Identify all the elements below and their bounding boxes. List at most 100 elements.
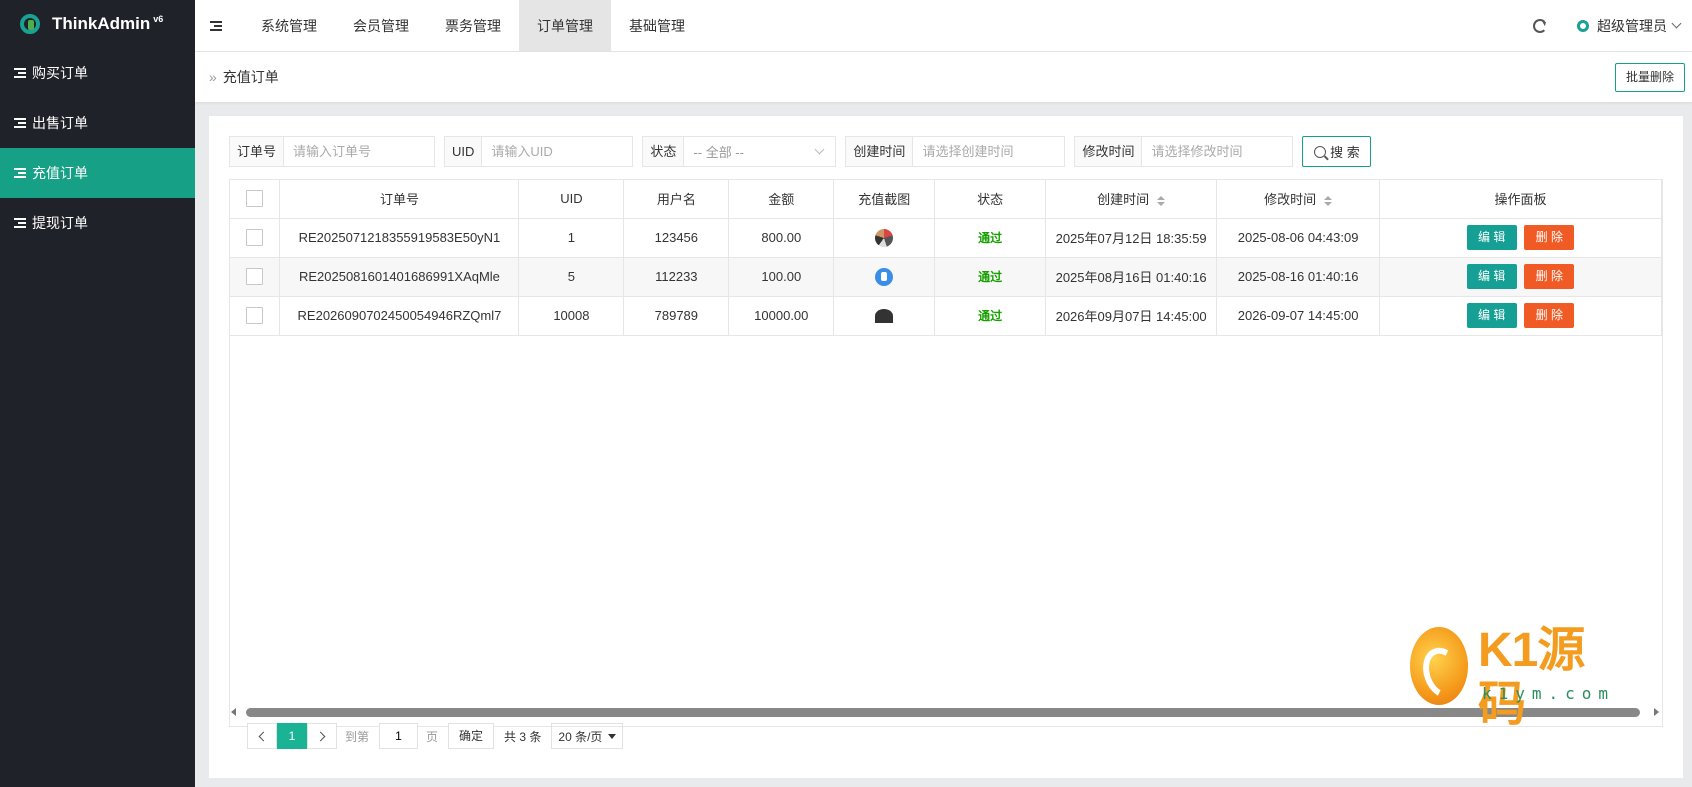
menu-fold-icon	[210, 20, 224, 31]
total-count: 共 3 条	[504, 729, 542, 744]
sidebar-item-recharge-orders[interactable]: 充值订单	[0, 148, 195, 198]
cell-modified: 2025-08-16 01:40:16	[1216, 257, 1381, 297]
tab-member-management[interactable]: 会员管理	[335, 0, 427, 52]
recharge-screenshot-thumbnail[interactable]	[875, 309, 894, 324]
col-username: 用户名	[623, 180, 730, 219]
goto-page-input[interactable]	[379, 723, 419, 749]
cell-created: 2025年08月16日 01:40:16	[1045, 257, 1218, 297]
sort-icon[interactable]	[1157, 195, 1166, 206]
cell-username: 112233	[623, 257, 730, 297]
menu-icon	[14, 118, 28, 128]
thinkadmin-logo-icon	[20, 14, 40, 34]
created-time-label: 创建时间	[846, 137, 914, 166]
cell-uid: 5	[518, 257, 625, 297]
order-no-label: 订单号	[230, 137, 285, 166]
cell-modified: 2026-09-07 14:45:00	[1216, 296, 1381, 336]
next-page-button[interactable]	[307, 723, 337, 749]
page-number-current[interactable]: 1	[277, 723, 307, 749]
caret-down-icon	[608, 733, 617, 739]
menu-icon	[14, 68, 28, 78]
status-select[interactable]: -- 全部 --	[684, 137, 835, 166]
delete-button[interactable]: 删 除	[1524, 303, 1575, 328]
watermark-swirl-icon	[1410, 627, 1468, 705]
order-no-field: 订单号	[229, 136, 436, 167]
app-logo[interactable]: ThinkAdmin v6	[0, 0, 195, 48]
sidebar-item-label: 购买订单	[32, 65, 88, 81]
delete-button[interactable]: 删 除	[1524, 225, 1575, 250]
status-field: 状态 -- 全部 --	[642, 136, 837, 167]
tab-order-management[interactable]: 订单管理	[519, 0, 611, 52]
modified-time-field: 修改时间	[1074, 136, 1294, 167]
scroll-left-arrow-icon[interactable]	[231, 708, 236, 716]
edit-button[interactable]: 编 辑	[1466, 225, 1517, 250]
table-header-row: 订单号 UID 用户名 金额 充值截图 状态 创建时间 修改时间 操作面板	[230, 180, 1662, 219]
page-title: 充值订单	[222, 69, 279, 85]
chevron-down-icon	[814, 144, 825, 154]
prev-page-button[interactable]	[247, 723, 277, 749]
scroll-right-arrow-icon[interactable]	[1654, 708, 1659, 716]
page-size-select[interactable]: 20 条/页	[551, 723, 624, 749]
recharge-screenshot-thumbnail[interactable]	[875, 267, 894, 286]
recharge-screenshot-thumbnail[interactable]	[875, 228, 894, 247]
delete-button[interactable]: 删 除	[1524, 264, 1575, 289]
menu-icon	[14, 168, 28, 178]
col-order-no: 订单号	[279, 180, 520, 219]
watermark-logo: K1源码 k1ym.com	[1410, 624, 1615, 731]
goto-suffix: 页	[426, 729, 439, 744]
status-badge: 通过	[978, 270, 1003, 284]
row-checkbox[interactable]	[246, 307, 264, 325]
order-no-input[interactable]	[284, 137, 435, 166]
batch-delete-button[interactable]: 批量删除	[1614, 63, 1685, 92]
sort-icon[interactable]	[1324, 195, 1333, 206]
edit-button[interactable]: 编 辑	[1466, 303, 1517, 328]
row-checkbox[interactable]	[246, 229, 264, 247]
uid-field: UID	[444, 136, 634, 167]
tab-basic-management[interactable]: 基础管理	[611, 0, 703, 52]
col-created[interactable]: 创建时间	[1045, 180, 1218, 219]
edit-button[interactable]: 编 辑	[1466, 264, 1517, 289]
sidebar-toggle-button[interactable]	[195, 0, 243, 52]
user-avatar-icon	[1577, 19, 1589, 32]
sidebar-item-sell-orders[interactable]: 出售订单	[0, 98, 195, 148]
tab-system-management[interactable]: 系统管理	[243, 0, 335, 52]
cell-created: 2025年07月12日 18:35:59	[1045, 218, 1218, 258]
col-uid: UID	[518, 180, 625, 219]
col-status: 状态	[934, 180, 1047, 219]
search-form: 订单号 UID 状态 -- 全部 -- 创建时间 修改时间 搜 索	[229, 136, 1372, 167]
sidebar-item-purchase-orders[interactable]: 购买订单	[0, 48, 195, 98]
cell-amount: 800.00	[728, 218, 835, 258]
tab-ticket-management[interactable]: 票务管理	[427, 0, 519, 52]
cell-username: 123456	[623, 218, 730, 258]
uid-label: UID	[445, 137, 483, 166]
row-checkbox[interactable]	[246, 268, 264, 286]
search-button[interactable]: 搜 索	[1302, 136, 1372, 167]
sidebar-item-label: 提现订单	[32, 215, 88, 231]
user-name: 超级管理员	[1597, 17, 1667, 34]
sidebar-item-withdraw-orders[interactable]: 提现订单	[0, 198, 195, 248]
col-modified[interactable]: 修改时间	[1216, 180, 1381, 219]
select-all-checkbox[interactable]	[246, 190, 264, 208]
created-time-input[interactable]	[913, 137, 1065, 166]
pagination: 1 到第 页 确定 共 3 条 20 条/页	[247, 723, 624, 749]
goto-confirm-button[interactable]: 确定	[448, 723, 495, 749]
search-button-label: 搜 索	[1330, 145, 1360, 160]
modified-time-label: 修改时间	[1075, 137, 1143, 166]
refresh-icon[interactable]	[1533, 18, 1547, 33]
status-badge: 通过	[978, 231, 1003, 245]
status-badge: 通过	[978, 309, 1003, 323]
cell-amount: 10000.00	[728, 296, 835, 336]
cell-order-no: RE2025081601401686991XAqMle	[279, 257, 520, 297]
cell-order-no: RE2026090702450054946RZQml7	[279, 296, 520, 336]
cell-order-no: RE2025071218355919583E50yN1	[279, 218, 520, 258]
page-size-value: 20 条/页	[558, 729, 603, 744]
cell-username: 789789	[623, 296, 730, 336]
select-all-cell	[230, 180, 281, 219]
status-select-value: -- 全部 --	[693, 145, 744, 160]
user-menu[interactable]: 超级管理员	[1577, 16, 1682, 36]
cell-uid: 1	[518, 218, 625, 258]
modified-time-input[interactable]	[1142, 137, 1293, 166]
menu-icon	[14, 218, 28, 228]
uid-input[interactable]	[482, 137, 633, 166]
chevron-right-icon	[315, 731, 326, 741]
chevron-left-icon	[258, 731, 269, 741]
